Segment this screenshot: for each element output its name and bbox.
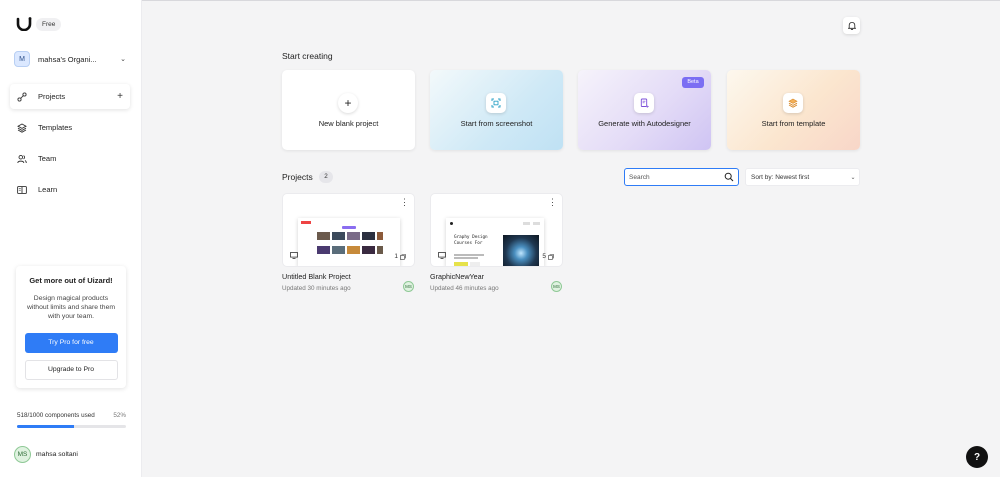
avatar: MS [403, 281, 414, 292]
generate-autodesigner-card[interactable]: Beta Generate with Autodesigner [578, 70, 711, 150]
projects-heading: Projects [282, 172, 313, 182]
organization-switcher[interactable]: M mahsa's Organi... ⌄ [14, 50, 128, 68]
plan-badge: Free [36, 18, 62, 31]
try-pro-button[interactable]: Try Pro for free [24, 333, 118, 353]
promo-title: Get more out of Uizard! [29, 276, 113, 285]
desktop-icon [438, 252, 446, 259]
project-thumbnail[interactable]: ⋮ 1 [282, 193, 415, 267]
usage-progress-bar [17, 425, 126, 428]
pages-icon [548, 253, 554, 260]
sort-dropdown[interactable]: Sort by: Newest first ⌄ [745, 168, 860, 186]
search-icon[interactable] [724, 172, 734, 182]
new-blank-project-card[interactable]: + New blank project [282, 70, 415, 150]
template-stack-icon [783, 93, 803, 113]
project-card[interactable]: ⋮ 1 Untitled Blank Project Updated 30 mi… [282, 193, 415, 292]
help-button[interactable]: ? [966, 446, 988, 468]
sidebar-item-label: Learn [38, 185, 58, 194]
project-name[interactable]: Untitled Blank Project [282, 272, 415, 281]
desktop-icon [290, 252, 298, 259]
org-avatar: M [14, 51, 30, 67]
project-preview-screen [298, 218, 400, 266]
project-updated-time: Updated 30 minutes ago [282, 285, 351, 292]
add-project-icon[interactable]: + [114, 91, 126, 102]
sort-label: Sort by: Newest first [751, 173, 810, 181]
usage-progress-fill [17, 425, 74, 428]
plus-icon: + [338, 93, 358, 113]
card-label: New blank project [318, 119, 379, 128]
sidebar-item-label: Projects [38, 92, 66, 101]
component-usage: 518/1000 components used 52% [17, 412, 126, 428]
chevron-down-icon: ⌄ [120, 56, 126, 63]
start-creating-heading: Start creating [282, 51, 333, 61]
projects-count-badge: 2 [319, 171, 333, 183]
sidebar-item-templates[interactable]: Templates [10, 115, 130, 140]
preview-heading-text: Graphy Design Courses For [454, 235, 488, 246]
more-options-icon[interactable]: ⋮ [548, 198, 557, 207]
start-from-screenshot-card[interactable]: Start from screenshot [430, 70, 563, 150]
sidebar: Free M mahsa's Organi... ⌄ Projects + Te… [0, 0, 142, 477]
more-options-icon[interactable]: ⋮ [400, 198, 409, 207]
user-profile[interactable]: MS mahsa soltani [14, 446, 78, 463]
usage-percent: 52% [113, 412, 126, 419]
page-count: 1 [394, 253, 406, 260]
page-count-value: 1 [394, 253, 398, 260]
sidebar-nav: Projects + Templates Team Learn [10, 84, 130, 208]
screenshot-scan-icon [486, 93, 506, 113]
org-name: mahsa's Organi... [38, 54, 97, 64]
sidebar-item-projects[interactable]: Projects + [10, 84, 130, 109]
uizard-logo-icon[interactable] [16, 17, 32, 31]
upgrade-promo-card: Get more out of Uizard! Design magical p… [16, 266, 126, 388]
project-card[interactable]: ⋮ Graphy Design Courses For 5 GraphicNew… [430, 193, 563, 292]
projects-icon [17, 91, 27, 102]
usage-label: 518/1000 components used [17, 412, 95, 419]
chevron-down-icon: ⌄ [850, 174, 856, 181]
book-icon [17, 185, 27, 195]
project-name[interactable]: GraphicNewYear [430, 272, 563, 281]
project-preview-screen: Graphy Design Courses For [446, 218, 544, 266]
sidebar-item-label: Templates [38, 123, 73, 132]
project-updated-time: Updated 46 minutes ago [430, 285, 499, 292]
promo-text: Design magical products without limits a… [26, 295, 116, 320]
card-label: Generate with Autodesigner [598, 119, 691, 128]
notifications-button[interactable] [843, 17, 860, 34]
card-label: Start from screenshot [460, 119, 533, 128]
card-label: Start from template [761, 119, 826, 128]
top-divider [142, 0, 1000, 1]
sidebar-item-team[interactable]: Team [10, 146, 130, 171]
layers-icon [17, 122, 27, 133]
autodesigner-icon [634, 93, 654, 113]
avatar: MS [14, 446, 31, 463]
team-icon [17, 154, 27, 164]
upgrade-to-pro-button[interactable]: Upgrade to Pro [24, 360, 118, 380]
page-count-value: 5 [542, 253, 546, 260]
search-input[interactable] [629, 171, 725, 183]
user-name: mahsa soltani [36, 451, 78, 458]
sidebar-item-learn[interactable]: Learn [10, 177, 130, 202]
start-from-template-card[interactable]: Start from template [727, 70, 860, 150]
bell-icon [847, 22, 856, 30]
beta-badge: Beta [682, 77, 704, 88]
project-thumbnail[interactable]: ⋮ Graphy Design Courses For 5 [430, 193, 563, 267]
sidebar-item-label: Team [38, 154, 57, 163]
search-box [624, 168, 739, 186]
page-count: 5 [542, 253, 554, 260]
pages-icon [400, 253, 406, 260]
avatar: MS [551, 281, 562, 292]
